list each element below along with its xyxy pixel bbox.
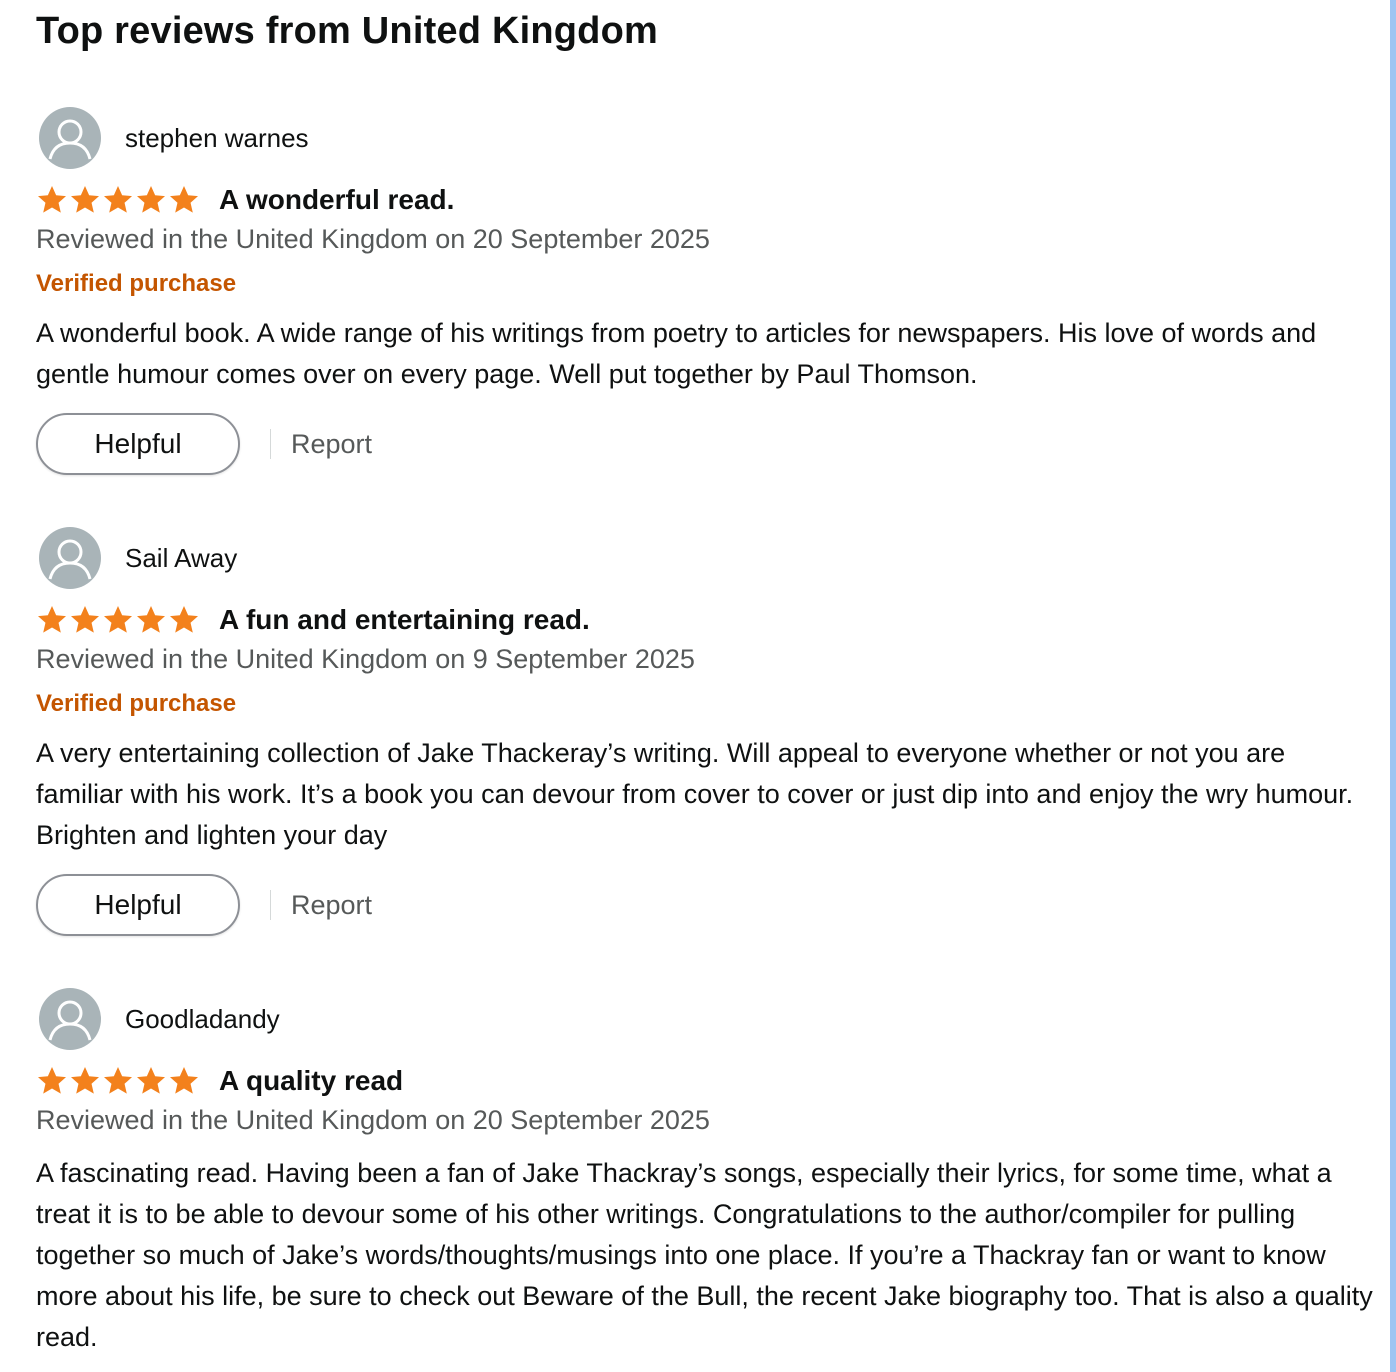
star-icon [71,186,99,213]
verified-purchase-badge: Verified purchase [36,690,237,717]
star-icon [137,606,165,633]
helpful-button[interactable]: Helpful [36,874,240,936]
reviewer-name: Sail Away [125,542,238,573]
review-title[interactable]: A fun and entertaining read. [219,604,590,636]
star-icon [137,1067,165,1094]
avatar-icon [39,988,101,1050]
verified-purchase-badge: Verified purchase [36,270,237,297]
helpful-button[interactable]: Helpful [36,413,240,475]
review-body: A fascinating read. Having been a fan of… [36,1158,1373,1352]
review-actions: Helpful Report [36,411,372,477]
reviewer-profile[interactable]: Sail Away [36,526,237,590]
star-icon [170,1067,198,1094]
star-icon [71,606,99,633]
review-actions: Helpful Report [36,872,372,938]
review-date: Reviewed in the United Kingdom on 20 Sep… [36,1105,710,1135]
review-body: A wonderful book. A wide range of his wr… [36,318,1317,389]
review-date: Reviewed in the United Kingdom on 9 Sept… [36,644,695,674]
report-link[interactable]: Report [291,890,372,921]
report-link[interactable]: Report [291,429,372,460]
section-title: Top reviews from United Kingdom [36,10,658,52]
review-date: Reviewed in the United Kingdom on 20 Sep… [36,224,710,254]
divider [270,429,271,459]
star-icon [104,1067,132,1094]
review-title-row: A quality read [36,1061,403,1101]
reviewer-profile[interactable]: Goodladandy [36,987,280,1051]
avatar-icon [39,107,101,169]
review-body: A very entertaining collection of Jake T… [36,738,1354,850]
review-title[interactable]: A quality read [219,1065,403,1097]
star-rating[interactable] [36,604,201,636]
star-icon [170,186,198,213]
reviewer-name: Goodladandy [125,1003,280,1034]
star-icon [38,606,66,633]
divider [270,890,271,920]
star-icon [38,1067,66,1094]
reviewer-profile[interactable]: stephen warnes [36,106,309,170]
star-icon [104,606,132,633]
star-icon [38,186,66,213]
star-rating[interactable] [36,184,201,216]
review-title[interactable]: A wonderful read. [219,184,454,216]
scrollbar-edge [1390,0,1396,1372]
review-title-row: A fun and entertaining read. [36,600,590,640]
reviewer-name: stephen warnes [125,122,309,153]
star-icon [71,1067,99,1094]
review-title-row: A wonderful read. [36,180,454,220]
star-rating[interactable] [36,1065,201,1097]
star-icon [170,606,198,633]
star-icon [137,186,165,213]
avatar-icon [39,527,101,589]
star-icon [104,186,132,213]
